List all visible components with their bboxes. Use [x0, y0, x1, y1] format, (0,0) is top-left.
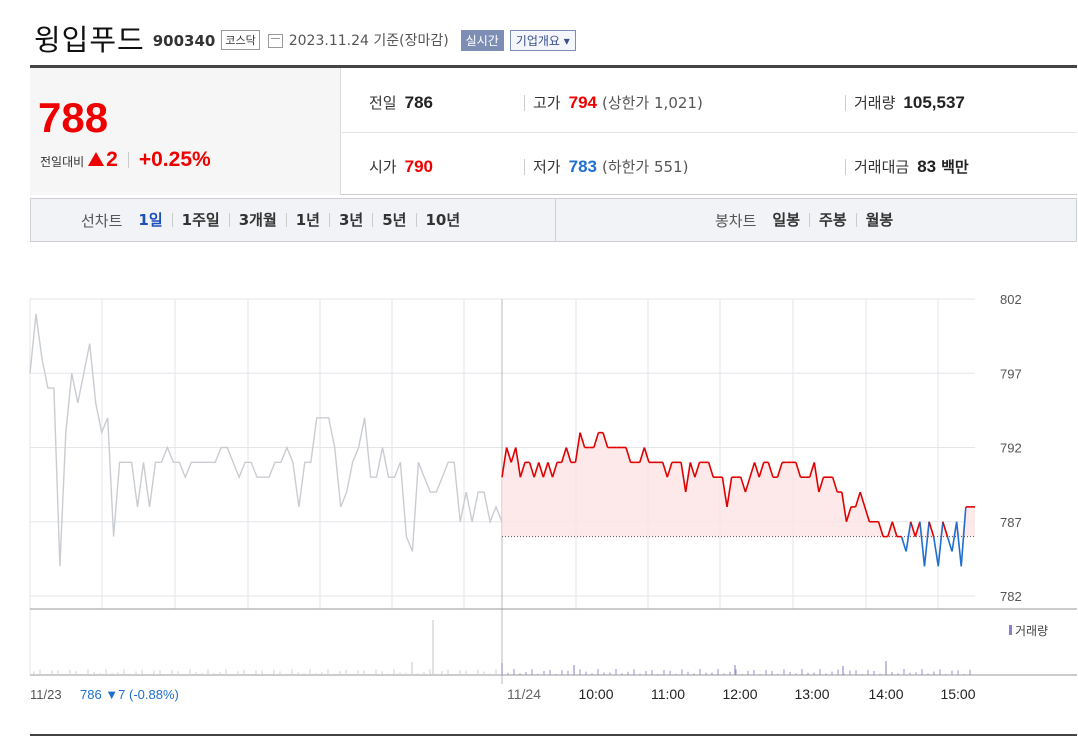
row-divider [342, 132, 1077, 133]
realtime-button[interactable]: 실시간 [460, 29, 504, 51]
x-tick-label: 11:00 [651, 686, 685, 702]
change-value: 2 [106, 148, 118, 171]
up-triangle-icon [88, 152, 105, 166]
price-segment [946, 536, 953, 552]
price-change-row: 전일대비 2 +0.25% [40, 148, 211, 172]
divider [524, 94, 525, 111]
stat-label: 전일 [369, 94, 397, 112]
chevron-down-icon: ▾ [563, 33, 570, 48]
stat-high: 고가 794 (상한가 1,021) [524, 92, 703, 113]
chart-period-bar: 선차트 1일 1주일 3개월 1년 3년 5년 10년 봉차트 일봉 주봉 월봉 [30, 198, 1077, 242]
y-tick-label: 787 [1000, 515, 1022, 530]
date-text: 2023.11.24 기준(장마감) [288, 33, 449, 49]
stat-amount: 거래대금 83 백만 [845, 156, 969, 177]
stat-value: 786 [404, 93, 433, 112]
change-label: 전일대비 [40, 155, 85, 169]
y-tick-label: 797 [1000, 366, 1022, 381]
amount-unit: 백만 [941, 158, 969, 176]
up-fill-area [502, 432, 975, 537]
stock-code: 900340 [152, 32, 216, 50]
price-chart-svg[interactable]: 802 797 792 787 782 거래량 11/24 10:00 11:00 12:00 13… [0, 270, 1078, 710]
period-1d[interactable]: 1일 [138, 213, 171, 228]
stock-header: 윙입푸드 900340 코스닥 2023.11.24 기준(장마감) 실시간 기… [34, 18, 576, 58]
stat-label: 거래량 [854, 94, 896, 112]
line-chart-periods: 선차트 1일 1주일 3개월 1년 3년 5년 10년 [81, 199, 469, 241]
stat-label: 고가 [533, 94, 561, 112]
price-segment [955, 521, 963, 567]
price-segment [937, 521, 944, 567]
prev-day-date: 11/23 [30, 687, 62, 702]
candle-weekly[interactable]: 주봉 [809, 213, 856, 228]
stat-volume: 거래량 105,537 [845, 92, 965, 113]
period-1w[interactable]: 1주일 [171, 213, 229, 228]
calendar-icon [267, 34, 283, 48]
price-chart[interactable]: 802 797 792 787 782 거래량 11/24 10:00 11:00 12:00 13… [0, 270, 1078, 710]
current-price-box: 788 전일대비 2 +0.25% [30, 68, 341, 195]
x-tick-label: 12:00 [722, 686, 757, 702]
candle-monthly[interactable]: 월봉 [855, 213, 903, 228]
stat-value: 794 [568, 93, 597, 112]
y-tick-label: 782 [1000, 589, 1022, 604]
divider [127, 152, 129, 168]
y-tick-label: 802 [1000, 292, 1022, 307]
period-10y[interactable]: 10년 [415, 213, 470, 228]
x-tick-label: 13:00 [794, 686, 829, 702]
divider [845, 158, 846, 175]
prev-day-line [29, 313, 503, 567]
divider [524, 158, 525, 175]
price-segment [919, 521, 926, 567]
stat-prev-close: 전일 786 [369, 92, 433, 113]
stat-low: 저가 783 (하한가 551) [524, 156, 689, 177]
y-tick-label: 792 [1000, 441, 1022, 456]
change-percent: +0.25% [138, 148, 211, 171]
period-3y[interactable]: 3년 [329, 213, 372, 228]
candle-daily[interactable]: 일봉 [772, 213, 809, 228]
candle-chart-label: 봉차트 [715, 211, 757, 230]
price-segment [900, 536, 907, 552]
market-badge: 코스닥 [221, 30, 260, 50]
x-tick-label: 10:00 [578, 686, 613, 702]
stat-value: 783 [568, 157, 597, 176]
stat-label: 저가 [533, 158, 561, 176]
x-tick-label: 14:00 [868, 686, 903, 702]
bottom-border [30, 734, 1077, 736]
upper-limit: (상한가 1,021) [601, 94, 703, 112]
stat-open: 시가 790 [369, 156, 433, 177]
prev-day-summary: 786 ▼7 (-0.88%) [80, 687, 179, 702]
price-info-panel: 788 전일대비 2 +0.25% 전일 786 고가 794 (상한가 1,0… [30, 65, 1077, 195]
x-tick-label: 11/24 [507, 686, 541, 702]
divider [555, 199, 556, 241]
lower-limit: (하한가 551) [601, 158, 689, 176]
current-price: 788 [38, 94, 109, 141]
candle-chart-periods: 봉차트 일봉 주봉 월봉 [715, 199, 902, 241]
company-overview-dropdown[interactable]: 기업개요 ▾ [509, 29, 576, 51]
stat-label: 시가 [369, 158, 397, 176]
stat-value: 790 [404, 157, 433, 176]
volume-legend-swatch [1009, 625, 1012, 635]
stat-label: 거래대금 [854, 158, 910, 176]
period-1y[interactable]: 1년 [285, 213, 329, 228]
stat-value: 105,537 [903, 93, 965, 112]
line-chart-label: 선차트 [81, 211, 123, 230]
x-tick-label: 15:00 [940, 686, 975, 702]
company-overview-label: 기업개요 [515, 33, 560, 48]
company-name: 윙입푸드 [34, 23, 145, 57]
price-segment [923, 521, 930, 567]
period-3m[interactable]: 3개월 [228, 213, 286, 228]
volume-legend-label: 거래량 [1015, 624, 1048, 638]
stat-value: 83 [917, 157, 937, 176]
period-5y[interactable]: 5년 [372, 213, 415, 228]
divider [845, 94, 846, 111]
